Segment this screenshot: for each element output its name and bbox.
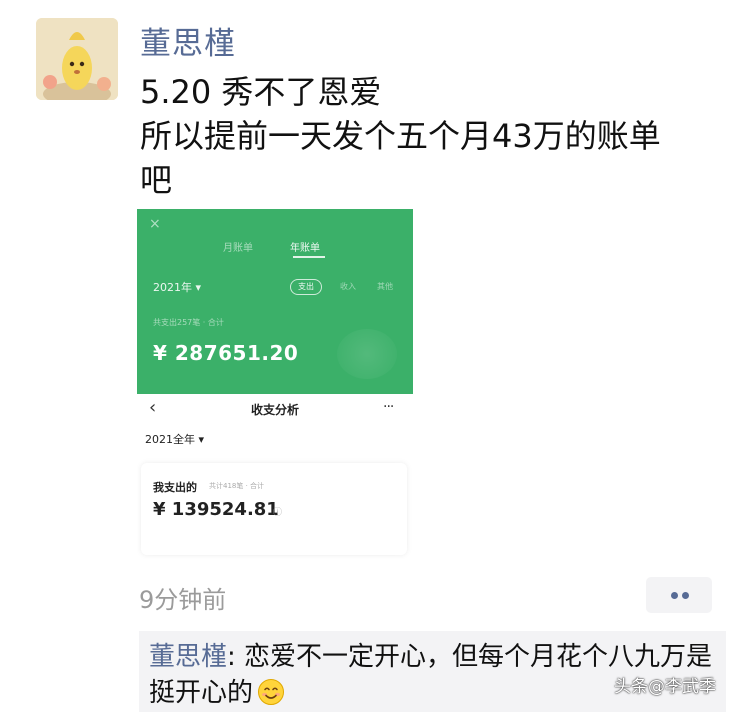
post-timestamp: 9分钟前 (139, 586, 227, 614)
post-text-line: 所以提前一天发个五个月43万的账单 (140, 117, 661, 155)
expense-subtitle: 共支出257笔 · 合计 (153, 318, 224, 327)
annual-bill-panel: × 月账单 年账单 2021年 ▾ 支出 收入 其他 共支出257笔 · 合计 … (137, 209, 413, 394)
poster-name[interactable]: 董思槿 (140, 18, 236, 63)
expense-card-subtitle: 共计418笔 · 合计 (209, 482, 265, 490)
analysis-title: 收支分析 (250, 403, 299, 417)
post-text-line: 5.20 秀不了恩爱 (140, 73, 382, 111)
comment-author[interactable]: 董思槿 (149, 642, 227, 672)
tab-monthly-bill: 月账单 (223, 243, 253, 254)
smile-emoji-icon (258, 679, 285, 705)
post-text: 5.20 秀不了恩爱 所以提前一天发个五个月43万的账单 吧 (140, 70, 720, 202)
tab-annual-bill: 年账单 (290, 243, 320, 254)
banana-avatar-icon (36, 18, 118, 100)
comment-separator: : (227, 642, 245, 672)
avatar[interactable] (36, 18, 118, 100)
analysis-year-selector: 2021全年 ▾ (145, 431, 204, 447)
expense-card-amount: ¥ 139524.81 (153, 499, 279, 520)
like-comment-button[interactable] (646, 577, 712, 613)
dot-icon (671, 592, 678, 599)
option-income: 收入 (340, 282, 356, 291)
year-selector-label: 2021年 (153, 281, 192, 294)
expense-card: 我支出的 共计418笔 · 合计 ¥ 139524.81 ⓘ (141, 463, 407, 555)
attached-screenshot[interactable]: × 月账单 年账单 2021年 ▾ 支出 收入 其他 共支出257笔 · 合计 … (137, 209, 413, 559)
watermark: 头条@李武季 (614, 677, 716, 697)
more-icon: ··· (383, 399, 394, 415)
tab-underline (293, 256, 325, 258)
moments-post: 董思槿 5.20 秀不了恩爱 所以提前一天发个五个月43万的账单 吧 × 月账单… (0, 0, 750, 712)
option-other: 其他 (377, 282, 393, 291)
chevron-down-icon: ▾ (195, 281, 202, 294)
expense-chip: 支出 (290, 279, 322, 295)
info-icon: ⓘ (273, 508, 283, 518)
expense-card-title: 我支出的 (153, 481, 197, 494)
annual-expense-amount: ¥ 287651.20 (153, 341, 299, 365)
caret-down-icon: ▾ (198, 433, 205, 446)
post-text-line: 吧 (140, 161, 173, 199)
dot-icon (682, 592, 689, 599)
analysis-year-label: 2021全年 (145, 433, 195, 446)
decorative-glow (337, 329, 397, 379)
year-selector: 2021年 ▾ (153, 279, 201, 295)
close-icon: × (149, 216, 161, 232)
